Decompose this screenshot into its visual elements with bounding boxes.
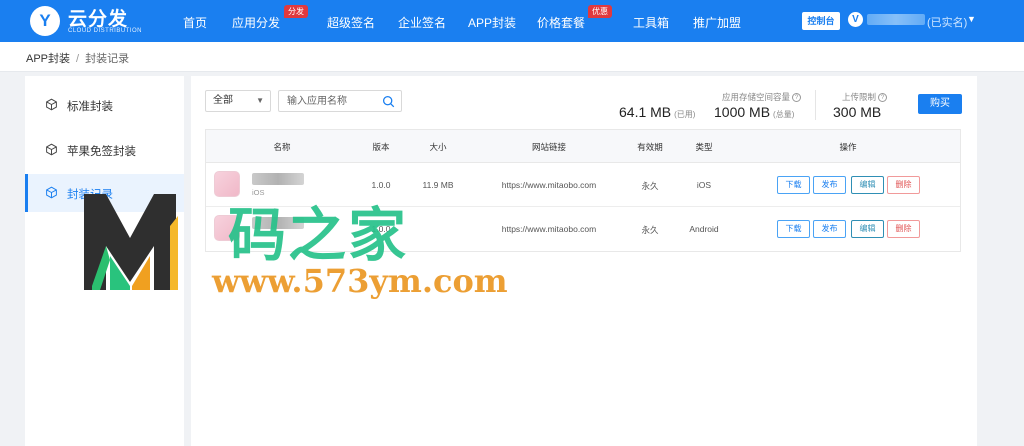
- upload-limit-label-text: 上传限制: [842, 92, 877, 102]
- cell-validity: 永久: [641, 181, 659, 191]
- upload-limit-value: 300 MB: [833, 104, 882, 120]
- storage-used-value: 64.1 MB: [619, 104, 672, 120]
- table-header: 名称 版本 大小 网站链接 有效期 类型 操作: [206, 130, 960, 163]
- download-button[interactable]: 下载: [777, 220, 810, 238]
- breadcrumb: APP封装 / 封装记录: [26, 50, 129, 66]
- status-filter-value: 全部: [213, 95, 233, 106]
- storage-total-suffix: (总量): [773, 110, 795, 119]
- breadcrumb-separator: /: [76, 53, 80, 65]
- edit-button[interactable]: 编辑: [851, 176, 884, 194]
- publish-button[interactable]: 发布: [813, 220, 846, 238]
- brand-subtitle: CLOUD DISTRIBUTION: [68, 28, 143, 34]
- nav-enterprise-sign[interactable]: 企业签名: [398, 14, 446, 31]
- cell-type: Android: [689, 224, 719, 234]
- chevron-down-icon: ▼: [256, 96, 264, 105]
- brand-logo[interactable]: Y 云分发 CLOUD DISTRIBUTION: [30, 4, 150, 38]
- storage-capacity-label-text: 应用存储空间容量: [722, 92, 791, 102]
- cube-icon: [46, 186, 57, 199]
- column-header-type: 类型: [695, 142, 713, 152]
- cell-type: iOS: [696, 180, 712, 190]
- app-name-blurred: [252, 173, 304, 185]
- sidebar-item-apple-nosign-package[interactable]: 苹果免签封装: [25, 131, 184, 169]
- cube-icon: [46, 143, 57, 156]
- column-header-version: 版本: [372, 142, 390, 152]
- breadcrumb-root[interactable]: APP封装: [26, 53, 70, 65]
- column-header-actions: 操作: [839, 142, 857, 152]
- upload-limit-label: 上传限制?: [842, 91, 888, 103]
- app-search-input[interactable]: [279, 91, 379, 111]
- breadcrumb-current: 封装记录: [85, 53, 130, 65]
- watermark-url-text: www.573ym.com: [212, 262, 508, 300]
- user-verified-status: (已实名): [927, 17, 968, 29]
- nav-app-package[interactable]: APP封装: [468, 14, 516, 31]
- cell-url[interactable]: https://www.mitaobo.com: [502, 180, 596, 190]
- delete-button[interactable]: 删除: [887, 220, 920, 238]
- sidebar-item-label: 苹果免签封装: [67, 146, 136, 158]
- status-filter-select[interactable]: 全部 ▼: [205, 90, 271, 112]
- nav-promotion[interactable]: 推广加盟: [693, 14, 741, 31]
- column-header-url: 网站链接: [531, 142, 567, 152]
- watermark-m-logo-icon: [84, 194, 178, 290]
- search-box: [278, 90, 402, 112]
- user-name-blurred[interactable]: [867, 14, 925, 25]
- brand-name: 云分发: [68, 9, 129, 30]
- help-icon[interactable]: ?: [792, 93, 802, 102]
- top-nav: Y 云分发 CLOUD DISTRIBUTION 首页 应用分发 分发 超级签名…: [0, 0, 1024, 42]
- nav-super-sign[interactable]: 超级签名: [327, 14, 375, 31]
- watermark-cn-text: 码之家: [228, 201, 409, 269]
- column-header-name: 名称: [273, 142, 291, 152]
- buy-button[interactable]: 购买: [918, 94, 962, 114]
- nav-toolbox[interactable]: 工具箱: [633, 14, 669, 31]
- search-icon[interactable]: [382, 95, 395, 108]
- storage-total-value: 1000 MB: [714, 104, 771, 120]
- nav-app-distribution[interactable]: 应用分发: [232, 14, 280, 31]
- delete-button[interactable]: 删除: [887, 176, 920, 194]
- cube-icon: [46, 98, 57, 111]
- storage-used: 64.1 MB (已用): [619, 104, 695, 120]
- cell-size: 11.9 MB: [422, 180, 454, 190]
- storage-capacity-label: 应用存储空间容量?: [722, 91, 802, 103]
- nav-badge-pricing: 优惠: [588, 5, 612, 18]
- cell-validity: 永久: [641, 225, 659, 235]
- edit-button[interactable]: 编辑: [851, 220, 884, 238]
- help-icon[interactable]: ?: [878, 93, 888, 102]
- storage-total: 1000 MB (总量): [714, 104, 794, 120]
- cell-url[interactable]: https://www.mitaobo.com: [502, 224, 596, 234]
- sidebar-item-label: 标准封装: [67, 101, 113, 113]
- breadcrumb-bar: APP封装 / 封装记录: [0, 42, 1024, 72]
- console-button[interactable]: 控制台: [802, 12, 840, 30]
- publish-button[interactable]: 发布: [813, 176, 846, 194]
- column-header-size: 大小: [429, 142, 447, 152]
- column-header-validity: 有效期: [637, 142, 663, 152]
- sidebar-item-standard-package[interactable]: 标准封装: [25, 86, 184, 124]
- stats-divider: [815, 90, 816, 120]
- user-menu-caret-icon[interactable]: ▼: [967, 14, 976, 24]
- logo-icon: Y: [30, 6, 60, 36]
- nav-pricing[interactable]: 价格套餐: [537, 14, 585, 31]
- nav-home[interactable]: 首页: [183, 14, 207, 31]
- download-button[interactable]: 下载: [777, 176, 810, 194]
- nav-badge-distribution: 分发: [284, 5, 308, 18]
- storage-used-suffix: (已用): [674, 110, 696, 119]
- verified-icon: V: [848, 12, 863, 27]
